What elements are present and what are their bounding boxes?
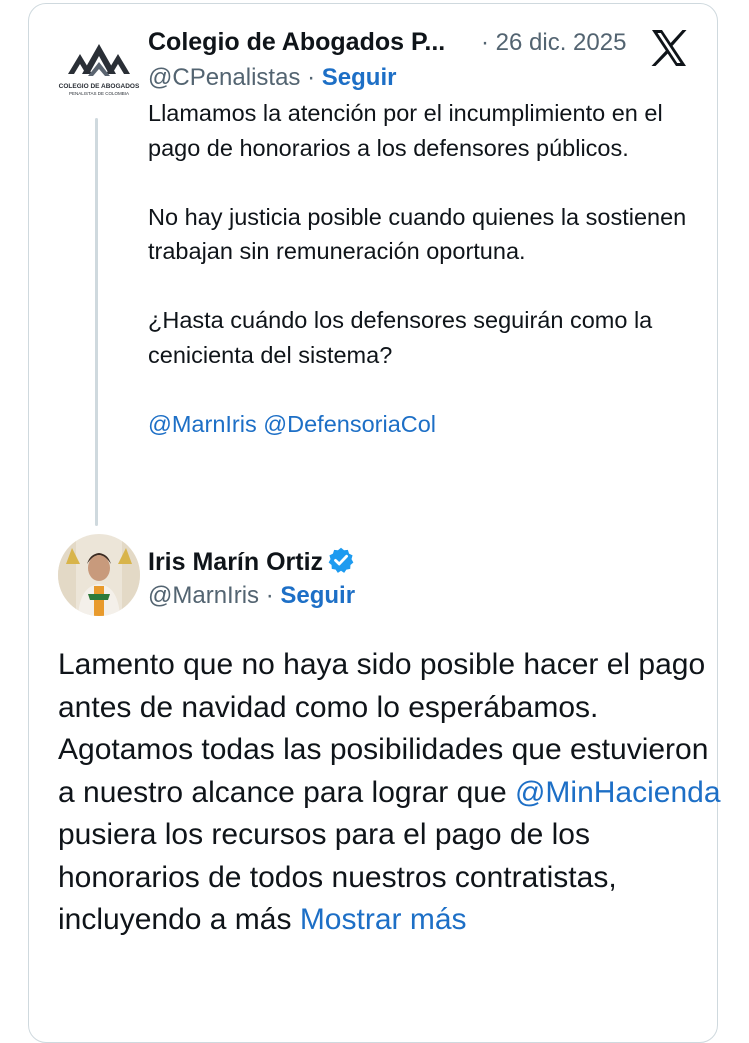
tweet1-handle[interactable]: @CPenalistas · (148, 64, 315, 91)
mention-marniris[interactable]: @MarnIris (148, 411, 257, 437)
tweet2-handle[interactable]: @MarnIris · (148, 582, 274, 609)
avatar[interactable] (58, 534, 140, 616)
tweet2-paragraph: Lamento que no haya sido posible hacer e… (58, 644, 728, 942)
tweet2-follow-button[interactable]: Seguir (280, 582, 355, 609)
tweet1-paragraph-2: No hay justicia posible cuando quienes l… (148, 203, 687, 265)
org-logo-text-1: COLEGIO DE ABOGADOS (59, 83, 140, 90)
tweet1-handle-line: @CPenalistas · Seguir (148, 64, 396, 92)
tweet2-author-line: Iris Marín Ortiz (148, 546, 355, 577)
x-logo-icon[interactable] (648, 28, 690, 68)
tweet2-author-name[interactable]: Iris Marín Ortiz (148, 548, 323, 576)
org-logo-text-2: PENALISTAS DE COLOMBIA (69, 91, 129, 96)
tweet1-mentions: @MarnIris @DefensoriaCol (148, 407, 708, 442)
tweet1-paragraph-3: ¿Hasta cuándo los defensores seguirán co… (148, 307, 653, 368)
verified-badge-icon (328, 547, 354, 573)
tweet2-handle-line: @MarnIris · Seguir (148, 582, 355, 610)
tweet1-paragraph-1: Llamamos la atención por el incumplimien… (148, 100, 663, 161)
mention-minhacienda[interactable]: @MinHacienda (515, 776, 721, 809)
thread-connector-line (95, 118, 98, 526)
tweet1-follow-button[interactable]: Seguir (322, 64, 397, 91)
tweet1-text: Llamamos la atención por el incumplimien… (148, 96, 708, 441)
mention-defensoriacol[interactable]: @DefensoriaCol (263, 411, 436, 437)
show-more-link[interactable]: Mostrar más (300, 903, 467, 936)
tweet1-date[interactable]: · 26 dic. 2025 (481, 29, 626, 57)
org-logo[interactable]: COLEGIO DE ABOGADOS PENALISTAS DE COLOMB… (58, 32, 140, 102)
tweet1-author-name[interactable]: Colegio de Abogados P... (148, 28, 445, 57)
tweet2-text: Lamento que no haya sido posible hacer e… (58, 644, 728, 942)
